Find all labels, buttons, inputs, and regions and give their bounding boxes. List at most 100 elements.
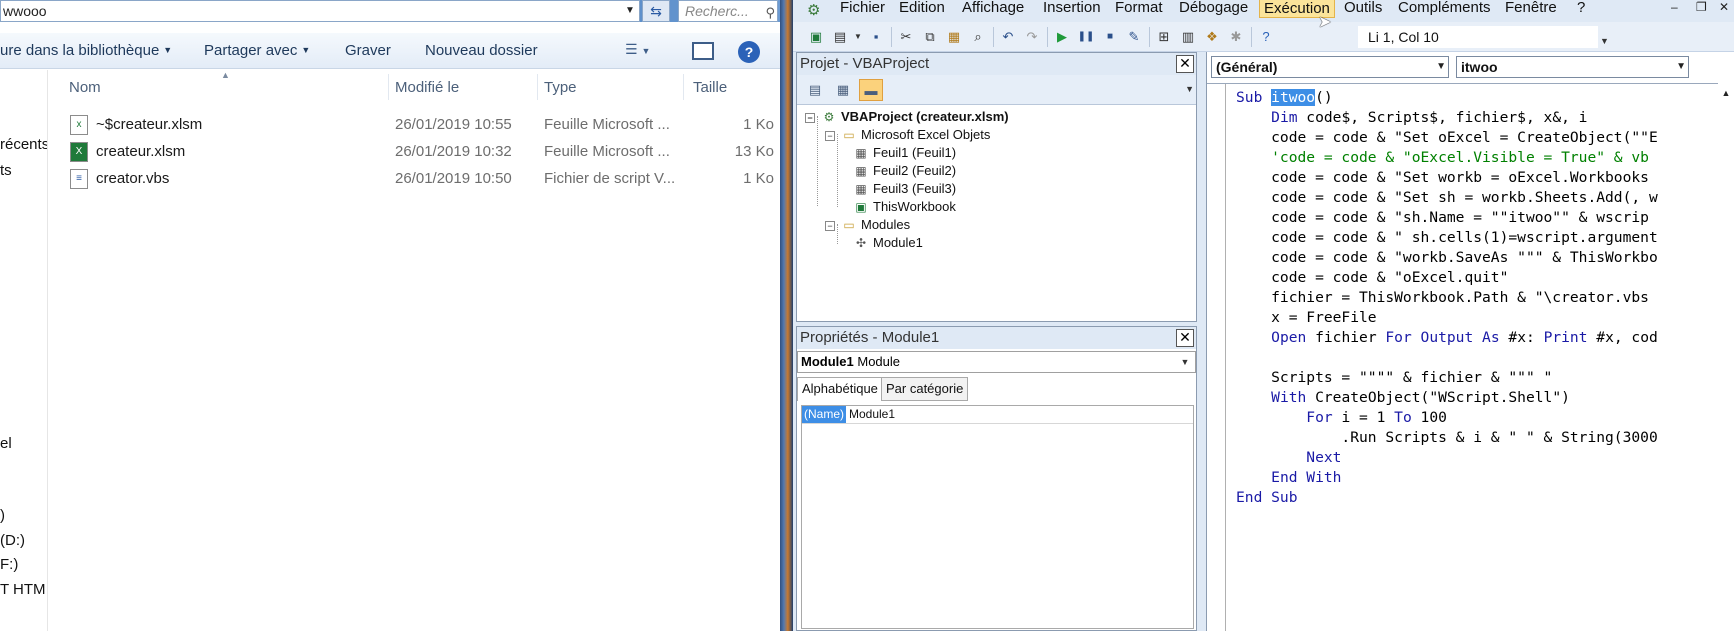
collapse-icon[interactable]: − bbox=[805, 113, 815, 123]
code-line[interactable]: Sub itwoo() bbox=[1236, 88, 1658, 108]
code-line[interactable]: x = FreeFile bbox=[1236, 308, 1658, 328]
nav-item[interactable]: récents bbox=[0, 136, 47, 153]
procedure-combo[interactable]: itwoo ▼ bbox=[1456, 56, 1689, 78]
tree-item-feuil3[interactable]: ▦ Feuil3 (Feuil3) bbox=[853, 180, 956, 198]
tree-item-module1[interactable]: ✣ Module1 bbox=[853, 234, 923, 252]
nav-item[interactable]: ) bbox=[0, 507, 5, 524]
code-line[interactable]: code = code & " sh.cells(1)=wscript.argu… bbox=[1236, 228, 1658, 248]
chevron-down-icon[interactable]: ▼ bbox=[1185, 84, 1194, 94]
code-line[interactable]: For i = 1 To 100 bbox=[1236, 408, 1658, 428]
include-in-library-button[interactable]: ure dans la bibliothèque ▼ bbox=[0, 42, 172, 59]
stop-icon[interactable]: ■ bbox=[1101, 28, 1119, 46]
column-name[interactable]: Nom bbox=[69, 79, 101, 96]
nav-item[interactable]: el bbox=[0, 435, 12, 452]
find-icon[interactable]: ⌕ bbox=[969, 28, 987, 46]
tab-par-categorie[interactable]: Par catégorie bbox=[881, 377, 969, 401]
burn-button[interactable]: Graver bbox=[345, 42, 391, 59]
object-browser-icon[interactable]: ❖ bbox=[1203, 28, 1221, 46]
new-folder-button[interactable]: Nouveau dossier bbox=[425, 42, 538, 59]
object-combo[interactable]: (Général) ▼ bbox=[1211, 56, 1449, 78]
paste-icon[interactable]: ▦ bbox=[945, 28, 963, 46]
design-mode-icon[interactable]: ✎ bbox=[1125, 28, 1143, 46]
view-excel-icon[interactable]: ▣ bbox=[807, 28, 825, 46]
code-line[interactable] bbox=[1236, 348, 1658, 368]
column-divider[interactable] bbox=[683, 74, 684, 100]
restore-icon[interactable]: ❐ bbox=[1696, 0, 1707, 14]
chevron-down-icon[interactable]: ▼ bbox=[1676, 57, 1686, 77]
column-modified[interactable]: Modifié le bbox=[395, 79, 459, 96]
address-bar[interactable]: wwooo bbox=[0, 0, 640, 22]
menu-insertion[interactable]: Insertion bbox=[1039, 0, 1105, 18]
address-dropdown-icon[interactable]: ▼ bbox=[620, 0, 640, 22]
tree-item-excel-objects[interactable]: − ▭ Microsoft Excel Objets bbox=[825, 126, 990, 144]
object-selector[interactable]: Module1 Module ▼ bbox=[797, 351, 1196, 373]
undo-icon[interactable]: ↶ bbox=[999, 28, 1017, 46]
column-divider[interactable] bbox=[537, 74, 538, 100]
code-line[interactable]: End With bbox=[1236, 468, 1658, 488]
nav-item[interactable]: F:) bbox=[0, 556, 18, 573]
change-view-icon[interactable]: ☰ ▼ bbox=[625, 41, 650, 61]
redo-icon[interactable]: ↷ bbox=[1023, 28, 1041, 46]
menu-affichage[interactable]: Affichage bbox=[958, 0, 1028, 18]
menu-help[interactable]: ? bbox=[1573, 0, 1589, 18]
menu-complements[interactable]: Compléments bbox=[1394, 0, 1495, 18]
share-with-button[interactable]: Partager avec ▼ bbox=[204, 42, 310, 59]
column-size[interactable]: Taille bbox=[693, 79, 727, 96]
refresh-icon[interactable]: ⇆ bbox=[642, 0, 670, 22]
code-margin[interactable] bbox=[1207, 84, 1226, 631]
menu-fichier[interactable]: Fichier bbox=[836, 0, 889, 18]
column-type[interactable]: Type bbox=[544, 79, 577, 96]
tree-item-vbaproject[interactable]: − ⚙ VBAProject (createur.xlsm) bbox=[805, 108, 1009, 126]
properties-window-icon[interactable]: ▥ bbox=[1179, 28, 1197, 46]
minimize-icon[interactable]: – bbox=[1671, 0, 1678, 14]
tab-alphabetique[interactable]: Alphabétique bbox=[797, 377, 883, 401]
code-line[interactable]: code = code & "oExcel.quit" bbox=[1236, 268, 1658, 288]
project-explorer-icon[interactable]: ⊞ bbox=[1155, 28, 1173, 46]
property-row[interactable]: (Name) Module1 bbox=[802, 406, 1193, 424]
save-icon[interactable]: ▪ bbox=[867, 28, 885, 46]
cut-icon[interactable]: ✂ bbox=[897, 28, 915, 46]
view-code-icon[interactable]: ▤ bbox=[803, 79, 827, 101]
copy-icon[interactable]: ⧉ bbox=[921, 28, 939, 46]
help-icon[interactable]: ? bbox=[1257, 28, 1275, 46]
file-row[interactable]: ≡ creator.vbs 26/01/2019 10:50 Fichier d… bbox=[48, 166, 780, 192]
tree-item-modules[interactable]: − ▭ Modules bbox=[825, 216, 910, 234]
code-line[interactable]: code = code & "sh.Name = ""itwoo"" & wsc… bbox=[1236, 208, 1658, 228]
vbe-app-icon[interactable]: ⚙ bbox=[807, 1, 820, 19]
menu-outils[interactable]: Outils bbox=[1340, 0, 1386, 18]
code-editor[interactable]: Sub itwoo() Dim code$, Scripts$, fichier… bbox=[1207, 83, 1734, 631]
menu-format[interactable]: Format bbox=[1111, 0, 1167, 18]
code-line[interactable]: .Run Scripts & i & " " & String(3000 bbox=[1236, 428, 1658, 448]
code-line[interactable]: code = code & "workb.SaveAs """ & ThisWo… bbox=[1236, 248, 1658, 268]
code-line[interactable]: Dim code$, Scripts$, fichier$, x&, i bbox=[1236, 108, 1658, 128]
nav-item[interactable]: (D:) bbox=[0, 532, 25, 549]
chevron-down-icon[interactable]: ▼ bbox=[1436, 57, 1446, 77]
chevron-down-icon[interactable]: ▼ bbox=[1175, 352, 1195, 372]
search-icon[interactable]: ⚲ bbox=[765, 3, 775, 21]
file-row[interactable]: X createur.xlsm 26/01/2019 10:32 Feuille… bbox=[48, 139, 780, 165]
toolbox-icon[interactable]: ✱ bbox=[1227, 28, 1245, 46]
scroll-up-icon[interactable]: ▲ bbox=[1718, 83, 1734, 103]
code-line[interactable]: End Sub bbox=[1236, 488, 1658, 508]
insert-module-icon[interactable]: ▤ bbox=[831, 28, 849, 46]
column-divider[interactable] bbox=[388, 74, 389, 100]
code-line[interactable]: Open fichier For Output As #x: Print #x,… bbox=[1236, 328, 1658, 348]
nav-item[interactable]: ts bbox=[0, 162, 12, 179]
property-value[interactable]: Module1 bbox=[849, 406, 895, 423]
search-input[interactable]: Recherc... ⚲ bbox=[678, 0, 778, 22]
toggle-folders-icon[interactable]: ▬ bbox=[859, 79, 883, 101]
code-line[interactable]: With CreateObject("WScript.Shell") bbox=[1236, 388, 1658, 408]
code-line[interactable]: code = code & "Set workb = oExcel.Workbo… bbox=[1236, 168, 1658, 188]
code-line[interactable]: 'code = code & "oExcel.Visible = True" &… bbox=[1236, 148, 1658, 168]
code-line[interactable]: Scripts = """" & fichier & """ " bbox=[1236, 368, 1658, 388]
tree-item-thisworkbook[interactable]: ▣ ThisWorkbook bbox=[853, 198, 956, 216]
close-icon[interactable]: ✕ bbox=[1176, 55, 1194, 73]
menu-fenetre[interactable]: Fenêtre bbox=[1501, 0, 1561, 18]
view-object-icon[interactable]: ▦ bbox=[831, 79, 855, 101]
code-line[interactable]: code = code & "Set sh = workb.Sheets.Add… bbox=[1236, 188, 1658, 208]
code-lines[interactable]: Sub itwoo() Dim code$, Scripts$, fichier… bbox=[1236, 88, 1658, 508]
preview-pane-icon[interactable] bbox=[692, 42, 714, 60]
code-line[interactable]: Next bbox=[1236, 448, 1658, 468]
code-line[interactable]: code = code & "Set oExcel = CreateObject… bbox=[1236, 128, 1658, 148]
file-row[interactable]: x ~$createur.xlsm 26/01/2019 10:55 Feuil… bbox=[48, 112, 780, 138]
